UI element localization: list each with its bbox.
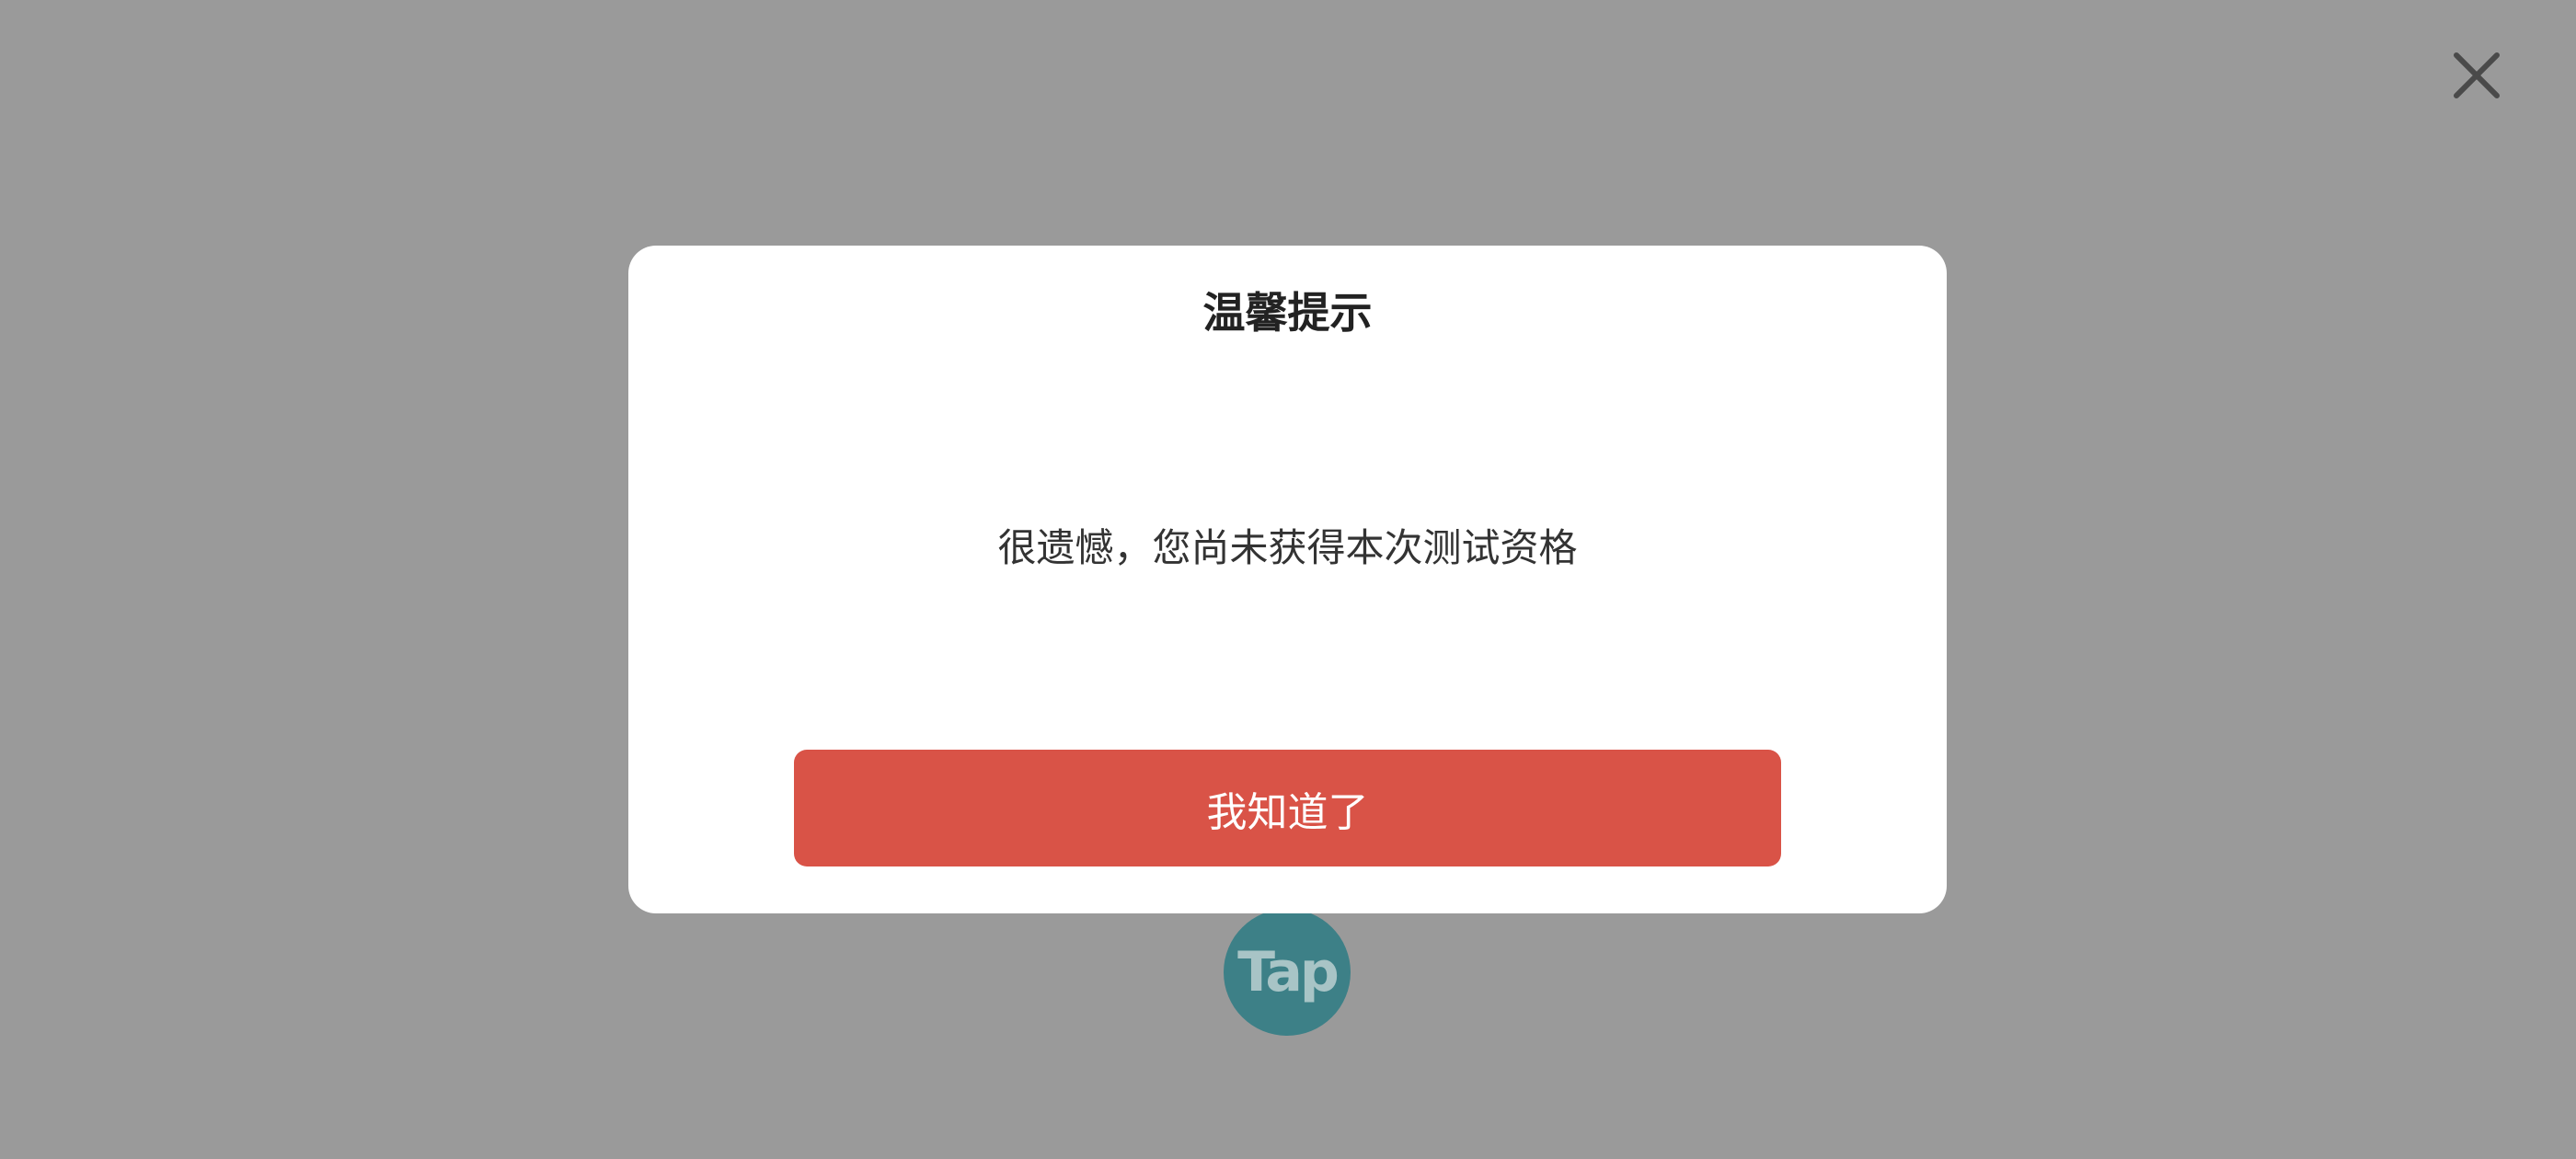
notice-dialog: 温馨提示 很遗憾，您尚未获得本次测试资格 我知道了 (628, 246, 1947, 913)
tap-logo-text: Tap (1237, 940, 1340, 1004)
close-icon (2454, 52, 2500, 98)
dialog-title: 温馨提示 (1202, 288, 1373, 338)
close-button[interactable] (2447, 46, 2506, 105)
tap-logo: Tap (1224, 909, 1351, 1036)
dialog-message: 很遗憾，您尚未获得本次测试资格 (997, 525, 1578, 570)
overlay-screen: Tap 温馨提示 很遗憾，您尚未获得本次测试资格 我知道了 (0, 0, 2576, 1159)
confirm-button[interactable]: 我知道了 (794, 750, 1781, 866)
